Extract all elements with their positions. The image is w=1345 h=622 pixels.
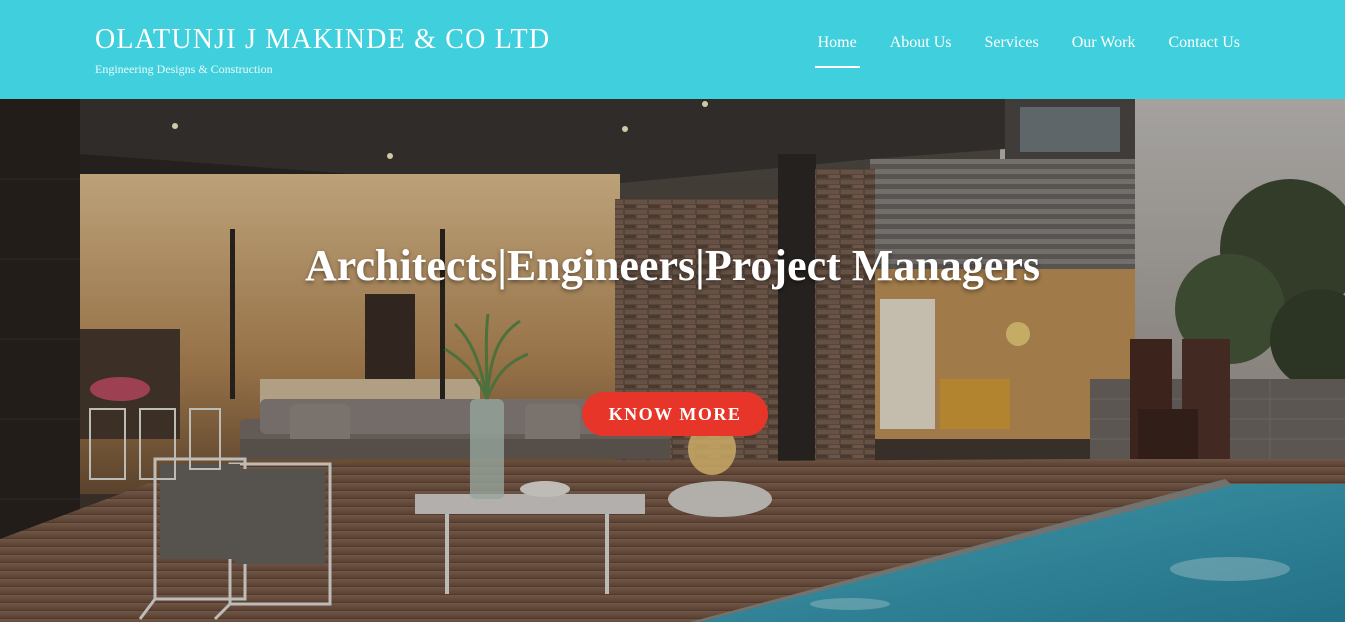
brand-title[interactable]: OLATUNJI J MAKINDE & CO LTD <box>95 24 550 56</box>
main-nav: Home About Us Services Our Work Contact … <box>814 33 1240 68</box>
nav-item-services[interactable]: Services <box>985 33 1039 53</box>
hero-overlay <box>0 99 1345 622</box>
nav-item-contact-us[interactable]: Contact Us <box>1168 33 1240 53</box>
brand-tagline: Engineering Designs & Construction <box>95 62 273 76</box>
know-more-button[interactable]: KNOW MORE <box>582 392 768 436</box>
hero-headline: Architects|Engineers|Project Managers <box>305 241 1040 290</box>
site-header: OLATUNJI J MAKINDE & CO LTD Engineering … <box>0 0 1345 99</box>
nav-item-home[interactable]: Home <box>814 33 860 68</box>
hero-banner: Architects|Engineers|Project Managers KN… <box>0 99 1345 622</box>
brand[interactable]: OLATUNJI J MAKINDE & CO LTD Engineering … <box>95 24 550 77</box>
nav-item-about-us[interactable]: About Us <box>890 33 952 53</box>
nav-item-our-work[interactable]: Our Work <box>1072 33 1136 53</box>
